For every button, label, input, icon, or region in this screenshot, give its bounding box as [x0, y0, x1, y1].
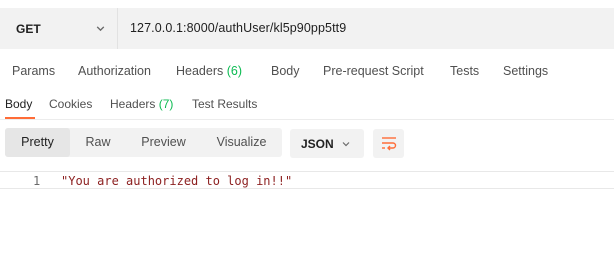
postman-request-panel: GET 127.0.0.1:8000/authUser/kl5p90pp5tt9…	[0, 0, 614, 268]
view-pretty-button[interactable]: Pretty	[5, 128, 70, 157]
tab-settings[interactable]: Settings	[503, 64, 548, 78]
headers-count: (6)	[226, 64, 243, 78]
view-preview-button[interactable]: Preview	[126, 128, 201, 157]
divider	[0, 119, 614, 120]
view-visualize-button[interactable]: Visualize	[201, 128, 282, 157]
tab-authorization[interactable]: Authorization	[78, 64, 151, 78]
tab-headers[interactable]: Headers (6)	[176, 64, 242, 78]
method-select[interactable]: GET	[0, 8, 118, 49]
request-bar: GET 127.0.0.1:8000/authUser/kl5p90pp5tt9	[0, 8, 614, 49]
line-number: 1	[33, 174, 41, 188]
tab-pre-request-script[interactable]: Pre-request Script	[323, 64, 424, 78]
wrap-lines-icon	[382, 137, 397, 151]
chevron-down-icon	[96, 26, 105, 32]
response-body-text: "You are authorized to log in!!"	[61, 174, 293, 188]
response-tab-body[interactable]: Body	[5, 97, 32, 111]
response-headers-count: (7)	[158, 97, 174, 111]
format-select[interactable]: JSON	[290, 129, 364, 158]
response-body-line: 1 "You are authorized to log in!!"	[0, 171, 614, 189]
chevron-down-icon	[342, 142, 350, 147]
response-tab-cookies[interactable]: Cookies	[49, 97, 92, 111]
view-raw-button[interactable]: Raw	[70, 128, 126, 157]
tab-tests[interactable]: Tests	[450, 64, 479, 78]
tab-params[interactable]: Params	[12, 64, 55, 78]
url-input[interactable]: 127.0.0.1:8000/authUser/kl5p90pp5tt9	[130, 21, 346, 35]
response-tab-test-results[interactable]: Test Results	[192, 97, 257, 111]
view-mode-group: Pretty Raw Preview Visualize	[5, 128, 282, 157]
method-label: GET	[16, 22, 41, 36]
response-tab-headers[interactable]: Headers (7)	[110, 97, 173, 111]
tab-body[interactable]: Body	[271, 64, 300, 78]
wrap-lines-button[interactable]	[373, 129, 404, 158]
format-label: JSON	[301, 137, 334, 151]
